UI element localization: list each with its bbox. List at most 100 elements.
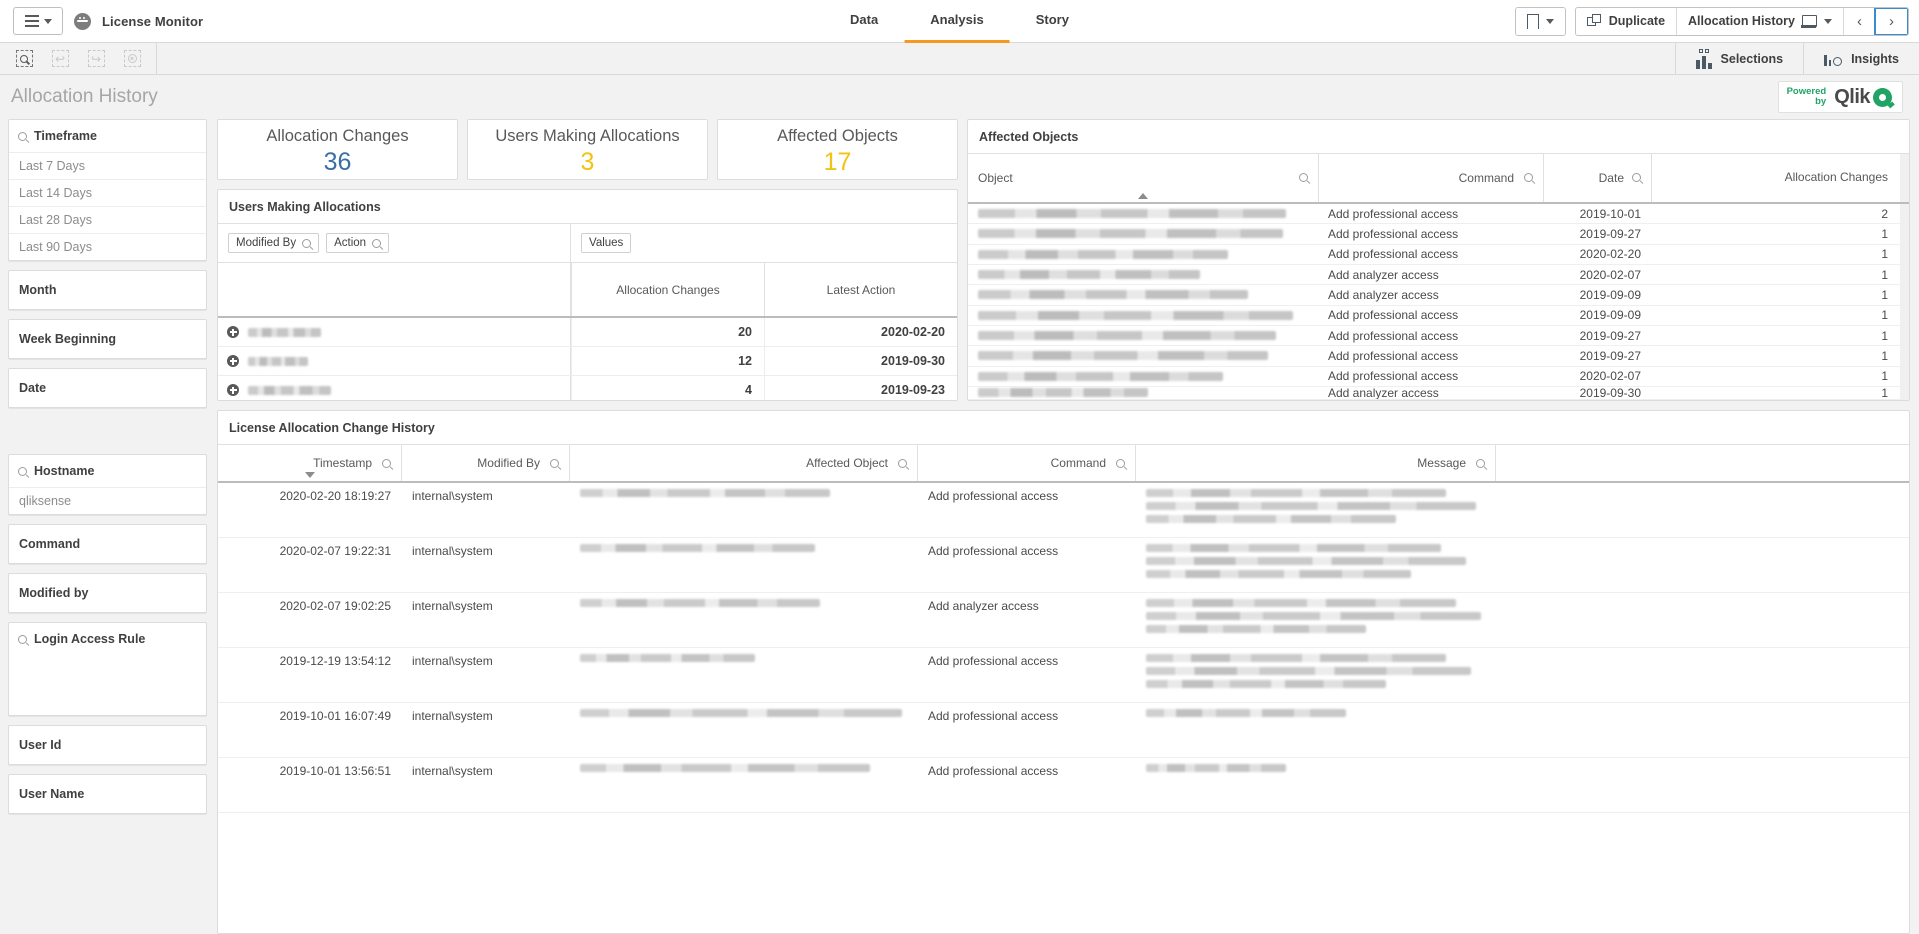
selections-panel-button[interactable]: Selections bbox=[1675, 43, 1804, 75]
main-content: Allocation Changes 36 Users Making Alloc… bbox=[217, 119, 1919, 934]
filter-user-name[interactable]: User Name bbox=[8, 774, 207, 814]
column-header-date[interactable]: Date bbox=[1543, 154, 1651, 202]
pivot-cell-latest-action[interactable]: 2019-09-30 bbox=[764, 347, 957, 375]
table-row[interactable]: 2020-02-07 19:02:25 internal\system Add … bbox=[218, 593, 1909, 648]
main-menu-button[interactable] bbox=[13, 7, 63, 35]
vertical-scrollbar[interactable] bbox=[1900, 154, 1909, 202]
kpi-allocation-changes[interactable]: Allocation Changes 36 bbox=[217, 119, 458, 180]
next-sheet-button[interactable]: › bbox=[1874, 7, 1909, 36]
search-icon[interactable] bbox=[1299, 173, 1308, 182]
filter-hostname-header[interactable]: Hostname bbox=[9, 455, 206, 487]
search-icon[interactable] bbox=[1476, 459, 1485, 468]
search-icon[interactable] bbox=[550, 459, 559, 468]
filter-command[interactable]: Command bbox=[8, 524, 207, 564]
filter-month[interactable]: Month bbox=[8, 270, 207, 310]
filter-date[interactable]: Date bbox=[8, 368, 207, 408]
column-label: Timestamp bbox=[313, 456, 372, 470]
pivot-row[interactable]: 20 2020-02-20 bbox=[218, 318, 957, 347]
step-back-button[interactable]: ↩ bbox=[42, 43, 78, 75]
filter-value-item[interactable]: Last 28 Days bbox=[9, 206, 206, 233]
filter-login-access-rule-header[interactable]: Login Access Rule bbox=[9, 623, 206, 655]
table-row[interactable]: 2019-12-19 13:54:12 internal\system Add … bbox=[218, 648, 1909, 703]
pivot-cell-latest-action[interactable]: 2020-02-20 bbox=[764, 318, 957, 346]
column-label: Object bbox=[978, 171, 1299, 185]
column-header-affected-object[interactable]: Affected Object bbox=[569, 445, 917, 481]
search-icon[interactable] bbox=[372, 239, 381, 248]
pivot-row-label[interactable] bbox=[218, 347, 571, 375]
pivot-cell-allocation-changes[interactable]: 12 bbox=[571, 347, 764, 375]
pivot-row-label[interactable] bbox=[218, 376, 571, 401]
table-row[interactable]: Add analyzer access 2019-09-30 1 bbox=[968, 387, 1909, 400]
column-header-command[interactable]: Command bbox=[917, 445, 1135, 481]
bookmark-button[interactable] bbox=[1516, 8, 1565, 35]
pivot-measure-header-latest-action[interactable]: Latest Action bbox=[764, 263, 957, 316]
filter-value-item[interactable]: Last 14 Days bbox=[9, 179, 206, 206]
expand-icon[interactable] bbox=[227, 326, 239, 338]
table-row[interactable]: Add professional access 2019-09-27 1 bbox=[968, 326, 1909, 346]
measure-group-chip[interactable]: Values bbox=[581, 233, 631, 253]
expand-icon[interactable] bbox=[227, 384, 239, 396]
filter-value-item[interactable]: qliksense bbox=[9, 487, 206, 514]
table-row[interactable]: Add professional access 2019-09-27 1 bbox=[968, 346, 1909, 366]
filter-timeframe[interactable]: Timeframe Last 7 Days Last 14 Days Last … bbox=[8, 119, 207, 261]
filter-login-access-rule[interactable]: Login Access Rule bbox=[8, 622, 207, 716]
column-header-object[interactable]: Object bbox=[968, 154, 1318, 202]
filter-value-item[interactable]: Last 7 Days bbox=[9, 152, 206, 179]
table-row[interactable]: 2020-02-20 18:19:27 internal\system Add … bbox=[218, 483, 1909, 538]
table-row[interactable]: Add professional access 2019-09-27 1 bbox=[968, 224, 1909, 244]
search-icon[interactable] bbox=[18, 635, 27, 644]
table-row[interactable]: 2019-10-01 16:07:49 internal\system Add … bbox=[218, 703, 1909, 758]
table-row[interactable]: Add professional access 2019-10-01 2 bbox=[968, 204, 1909, 224]
filter-modified-by[interactable]: Modified by bbox=[8, 573, 207, 613]
table-row[interactable]: Add professional access 2019-09-09 1 bbox=[968, 306, 1909, 326]
column-header-modified-by[interactable]: Modified By bbox=[401, 445, 569, 481]
pivot-row[interactable]: 12 2019-09-30 bbox=[218, 347, 957, 376]
insights-button[interactable]: Insights bbox=[1803, 43, 1919, 75]
column-header-message[interactable]: Message bbox=[1135, 445, 1495, 481]
dimension-chip-action[interactable]: Action bbox=[326, 233, 389, 253]
pivot-row-label[interactable] bbox=[218, 318, 571, 346]
search-icon[interactable] bbox=[18, 132, 27, 141]
table-row[interactable]: 2020-02-07 19:22:31 internal\system Add … bbox=[218, 538, 1909, 593]
search-icon[interactable] bbox=[898, 459, 907, 468]
search-icon[interactable] bbox=[302, 239, 311, 248]
search-icon[interactable] bbox=[1524, 173, 1533, 182]
table-row[interactable]: Add professional access 2020-02-20 1 bbox=[968, 245, 1909, 265]
filter-value-item[interactable]: Last 90 Days bbox=[9, 233, 206, 260]
dimension-chip-modified-by[interactable]: Modified By bbox=[228, 233, 319, 253]
tab-data[interactable]: Data bbox=[824, 0, 904, 43]
tab-analysis[interactable]: Analysis bbox=[904, 0, 1009, 43]
column-header-timestamp[interactable]: Timestamp bbox=[218, 445, 401, 481]
table-row[interactable]: Add professional access 2020-02-07 1 bbox=[968, 367, 1909, 387]
table-row[interactable]: Add analyzer access 2020-02-07 1 bbox=[968, 265, 1909, 285]
pivot-measure-header-allocation-changes[interactable]: Allocation Changes bbox=[571, 263, 764, 316]
kpi-users-making-allocations[interactable]: Users Making Allocations 3 bbox=[467, 119, 708, 180]
kpi-affected-objects[interactable]: Affected Objects 17 bbox=[717, 119, 958, 180]
selections-search-button[interactable] bbox=[6, 43, 42, 75]
search-icon[interactable] bbox=[1116, 459, 1125, 468]
pivot-row[interactable]: 4 2019-09-23 bbox=[218, 376, 957, 401]
cell-date: 2020-02-20 bbox=[1543, 245, 1651, 264]
search-icon[interactable] bbox=[382, 459, 391, 468]
column-header-command[interactable]: Command bbox=[1318, 154, 1543, 202]
table-row[interactable]: 2019-10-01 13:56:51 internal\system Add … bbox=[218, 758, 1909, 813]
cell-object bbox=[978, 209, 1286, 218]
expand-icon[interactable] bbox=[227, 355, 239, 367]
pivot-cell-latest-action[interactable]: 2019-09-23 bbox=[764, 376, 957, 401]
tab-story[interactable]: Story bbox=[1010, 0, 1095, 43]
column-header-allocation-changes[interactable]: Allocation Changes bbox=[1651, 154, 1900, 202]
filter-user-id[interactable]: User Id bbox=[8, 725, 207, 765]
table-row[interactable]: Add analyzer access 2019-09-09 1 bbox=[968, 285, 1909, 305]
step-forward-button[interactable]: ↪ bbox=[78, 43, 114, 75]
pivot-cell-allocation-changes[interactable]: 20 bbox=[571, 318, 764, 346]
duplicate-button[interactable]: Duplicate bbox=[1576, 8, 1676, 35]
pivot-cell-allocation-changes[interactable]: 4 bbox=[571, 376, 764, 401]
clear-selections-button[interactable] bbox=[114, 43, 150, 75]
search-icon[interactable] bbox=[18, 467, 27, 476]
filter-week-beginning[interactable]: Week Beginning bbox=[8, 319, 207, 359]
filter-timeframe-header[interactable]: Timeframe bbox=[9, 120, 206, 152]
search-icon[interactable] bbox=[1632, 173, 1641, 182]
sheet-selector-button[interactable]: Allocation History bbox=[1676, 8, 1843, 35]
filter-hostname[interactable]: Hostname qliksense bbox=[8, 454, 207, 515]
previous-sheet-button[interactable]: ‹ bbox=[1843, 8, 1875, 35]
